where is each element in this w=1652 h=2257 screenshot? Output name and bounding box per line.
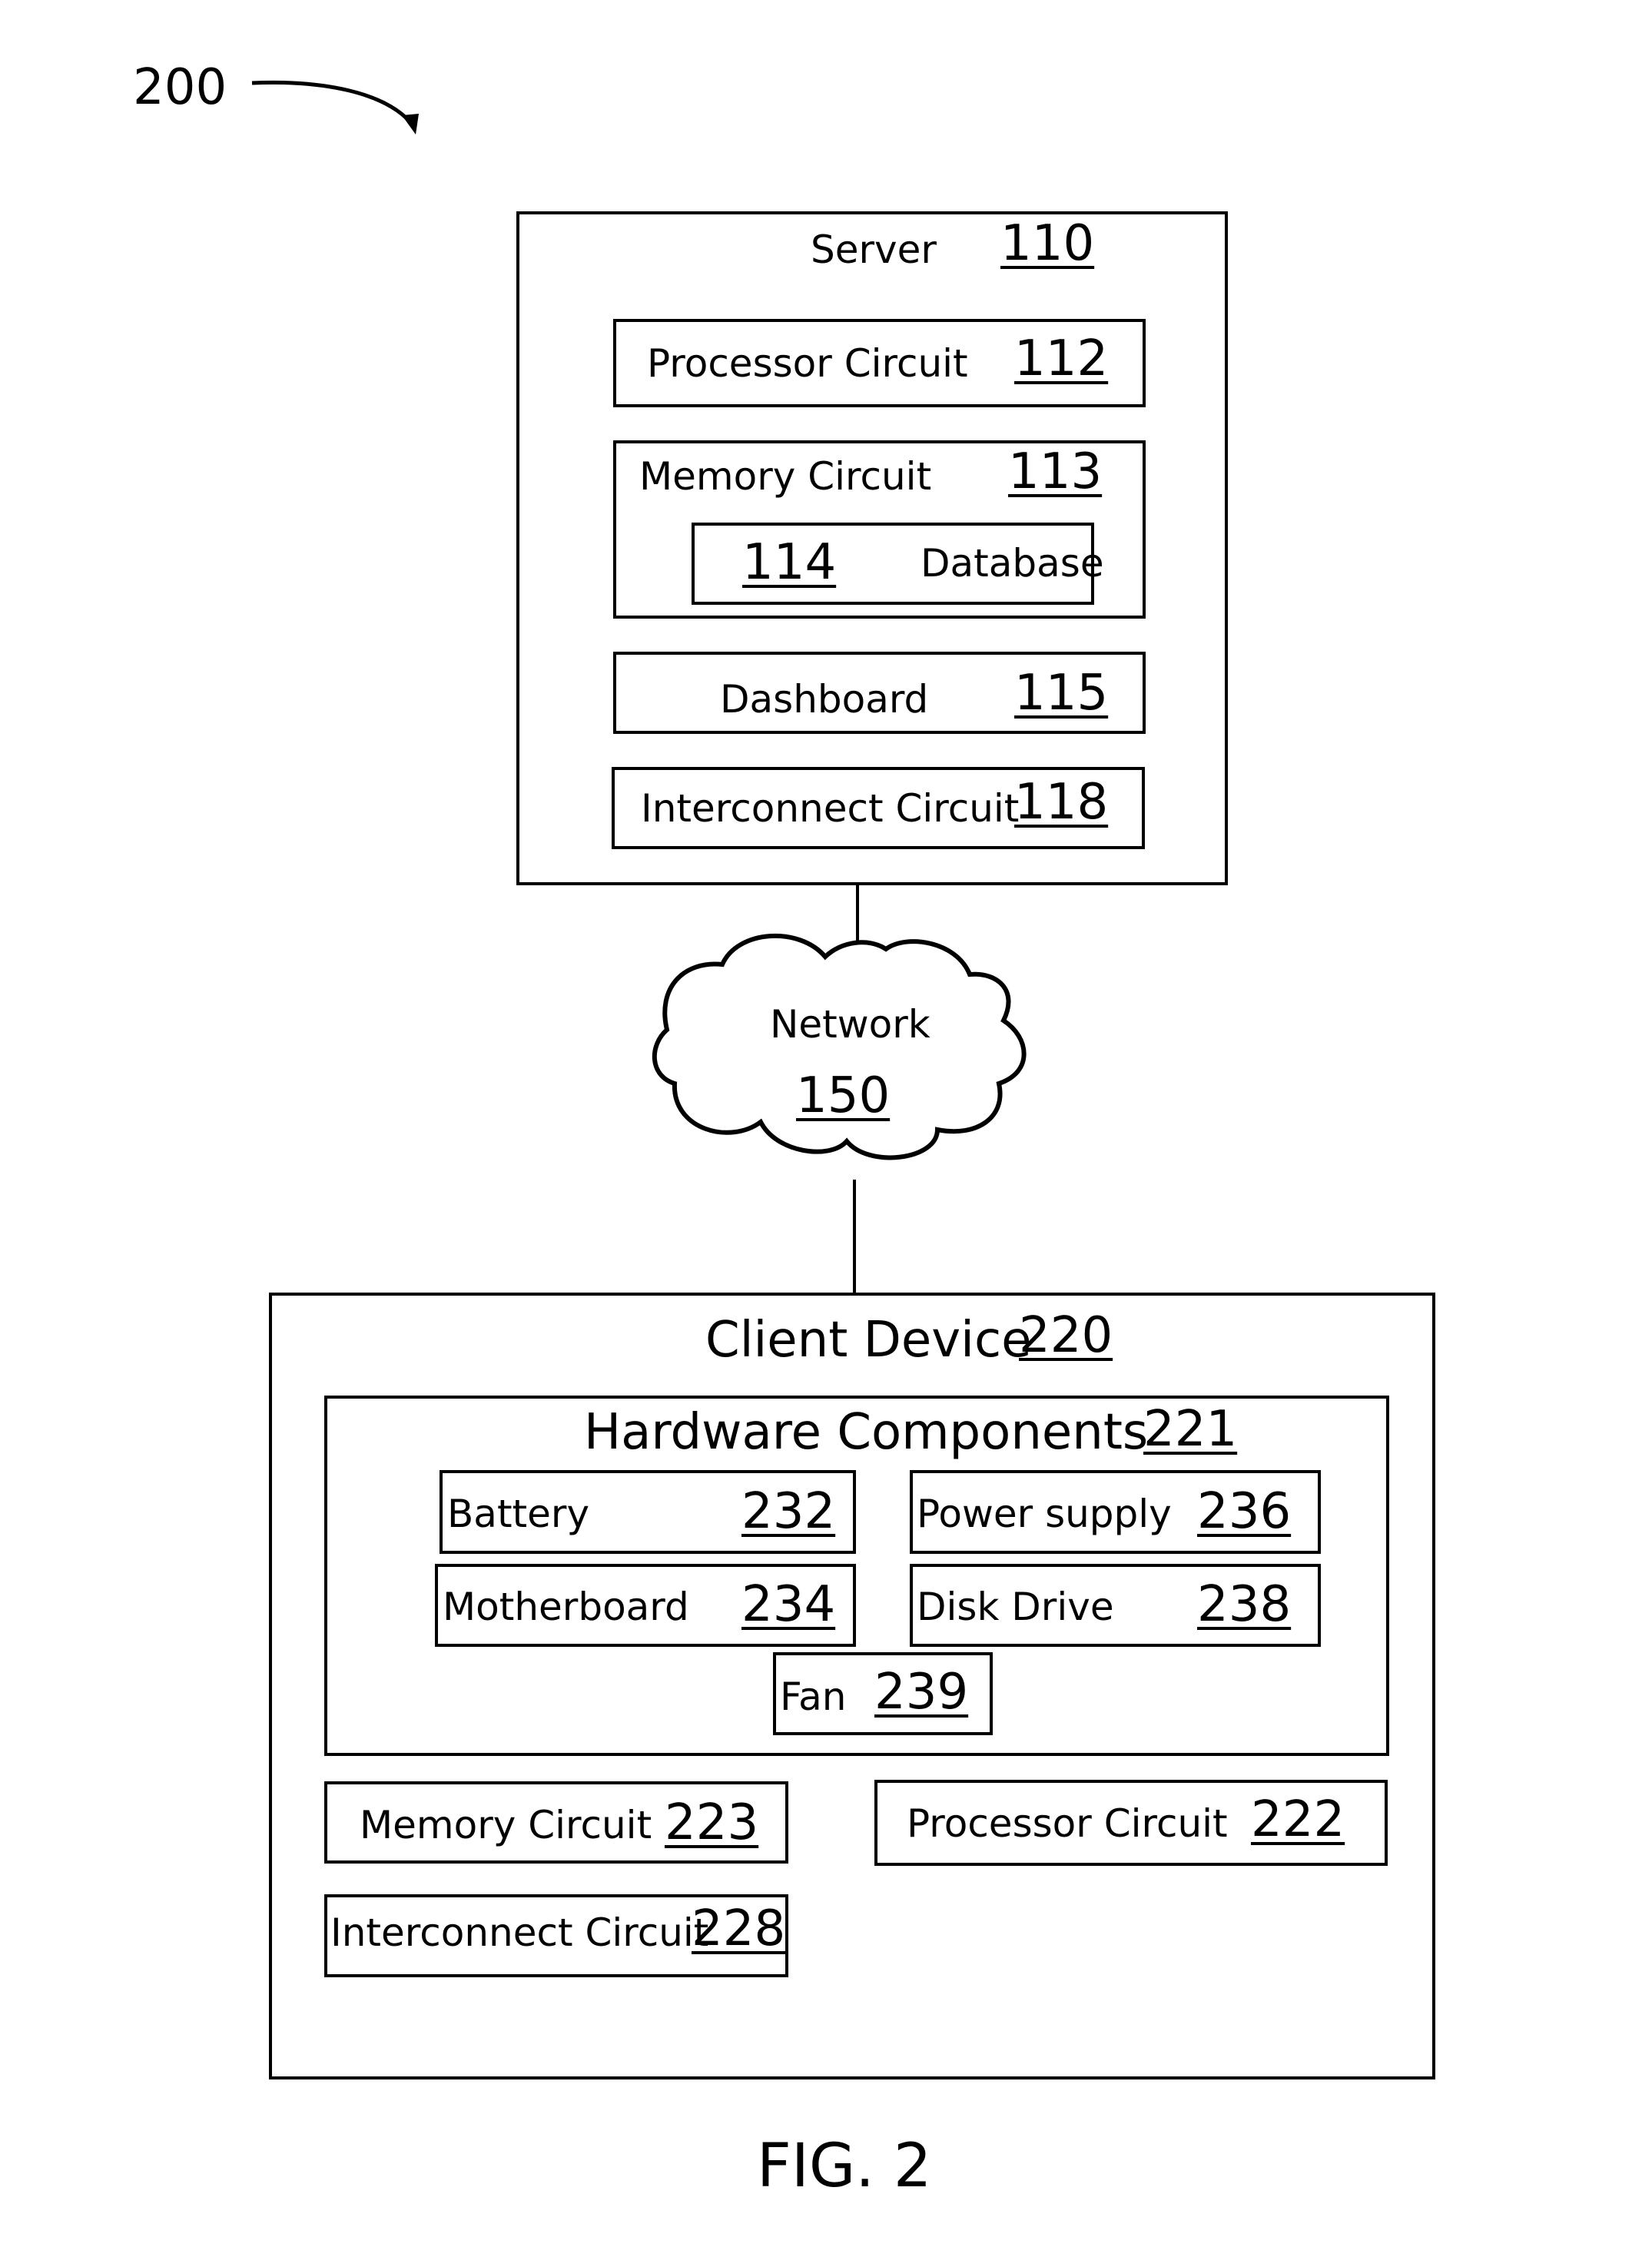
power-supply-label: Power supply (917, 1492, 1172, 1536)
server-interconnect-label: Interconnect Circuit (641, 786, 1020, 831)
client-memory-ref: 223 (665, 1794, 759, 1851)
cloud-icon (652, 933, 1027, 1160)
fan-label: Fan (780, 1674, 847, 1719)
dashboard-ref: 115 (1014, 665, 1109, 722)
client-processor-label: Processor Circuit (907, 1801, 1228, 1846)
hardware-components-title: Hardware Components (584, 1404, 1149, 1461)
server-title: Server (811, 227, 937, 272)
server-processor-ref: 112 (1014, 330, 1109, 387)
client-interconnect-ref: 228 (692, 1900, 786, 1957)
battery-ref: 232 (741, 1483, 836, 1540)
server-interconnect-ref: 118 (1014, 774, 1109, 831)
motherboard-label: Motherboard (443, 1585, 689, 1629)
server-memory-label: Memory Circuit (639, 454, 932, 499)
dashboard-label: Dashboard (720, 677, 929, 722)
fan-ref: 239 (874, 1664, 969, 1721)
disk-drive-label: Disk Drive (917, 1585, 1114, 1629)
client-memory-label: Memory Circuit (360, 1803, 652, 1847)
network-ref: 150 (796, 1067, 891, 1124)
client-interconnect-label: Interconnect Circuit (330, 1910, 709, 1955)
database-label: Database (921, 541, 1104, 586)
server-memory-ref: 113 (1008, 443, 1103, 500)
battery-label: Battery (447, 1492, 590, 1536)
network-label: Network (770, 1002, 930, 1047)
client-processor-ref: 222 (1251, 1791, 1345, 1848)
figure-caption: FIG. 2 (757, 2132, 932, 2201)
database-ref: 114 (742, 534, 837, 591)
server-processor-label: Processor Circuit (647, 341, 968, 386)
client-device-ref: 220 (1019, 1307, 1113, 1364)
figure-ref-arrow (251, 80, 413, 124)
arrow-head-icon (402, 114, 419, 134)
motherboard-ref: 234 (741, 1576, 836, 1633)
disk-drive-ref: 238 (1197, 1576, 1292, 1633)
hardware-components-ref: 221 (1143, 1401, 1238, 1458)
server-ref: 110 (1000, 215, 1095, 272)
figure-ref-label: 200 (133, 59, 227, 116)
power-supply-ref: 236 (1197, 1483, 1292, 1540)
client-device-title: Client Device (705, 1312, 1032, 1369)
